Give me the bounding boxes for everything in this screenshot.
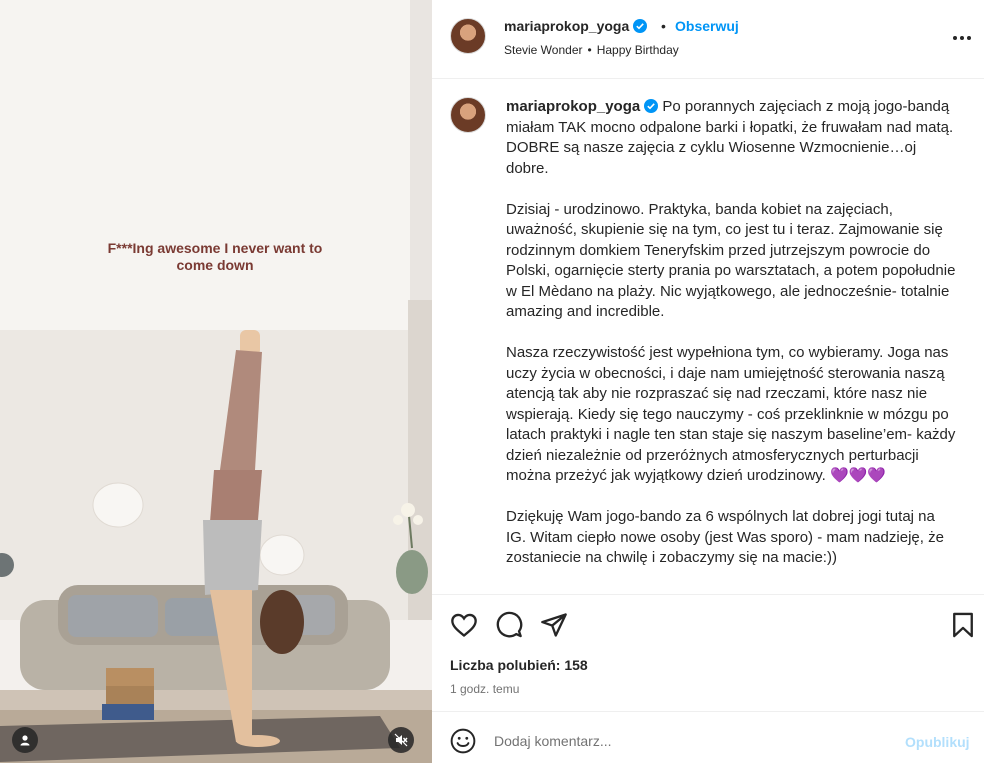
caption-text-block: mariaprokop_yoga Po porannych zajęciach … — [506, 97, 958, 569]
author-avatar[interactable] — [450, 18, 486, 54]
share-icon[interactable] — [540, 611, 568, 639]
verified-badge-icon — [633, 19, 648, 33]
publish-comment-button[interactable]: Opublikuj — [905, 734, 970, 750]
comment-bar: Opublikuj — [432, 711, 984, 763]
caption-area[interactable]: mariaprokop_yoga Po porannych zajęciach … — [432, 79, 984, 595]
post-timestamp[interactable]: 1 godz. temu — [450, 682, 519, 696]
media-overlay-text: F***Ing awesome I never want to come dow… — [107, 240, 323, 273]
heart-icon[interactable] — [450, 611, 478, 639]
section-divider — [432, 594, 984, 595]
likes-count[interactable]: Liczba polubień: 158 — [450, 657, 588, 673]
follow-button[interactable]: Obserwuj — [675, 18, 739, 34]
author-username[interactable]: mariaprokop_yoga — [504, 18, 648, 34]
more-options-icon[interactable] — [950, 34, 974, 42]
bookmark-icon[interactable] — [949, 611, 977, 639]
post-header: mariaprokop_yoga • Obserwuj Stevie Wonde… — [432, 0, 984, 79]
header-separator-dot: • — [661, 18, 666, 34]
caption-body: Po porannych zajęciach z moją jogo-bandą… — [506, 98, 956, 566]
author-username-text[interactable]: mariaprokop_yoga — [504, 18, 629, 34]
audio-attribution[interactable]: Stevie Wonder • Happy Birthday — [504, 43, 679, 57]
caption-username[interactable]: mariaprokop_yoga — [506, 98, 640, 115]
post-media[interactable]: F***Ing awesome I never want to come dow… — [0, 0, 432, 763]
audio-artist[interactable]: Stevie Wonder — [504, 43, 583, 57]
audio-separator: • — [587, 43, 592, 57]
media-scene-image — [0, 0, 432, 763]
post-actions-bar — [432, 607, 984, 641]
emoji-icon[interactable] — [450, 728, 476, 754]
post-detail-panel: mariaprokop_yoga • Obserwuj Stevie Wonde… — [432, 0, 984, 763]
comment-input[interactable] — [494, 730, 894, 752]
audio-song[interactable]: Happy Birthday — [597, 43, 679, 57]
mute-toggle-button[interactable] — [388, 727, 414, 753]
speaker-muted-icon — [394, 733, 408, 747]
caption-author-avatar[interactable] — [450, 97, 486, 133]
tagged-users-button[interactable] — [12, 727, 38, 753]
caption-verified-badge-icon — [644, 99, 659, 113]
comment-icon[interactable] — [495, 611, 523, 639]
user-icon — [20, 735, 30, 746]
